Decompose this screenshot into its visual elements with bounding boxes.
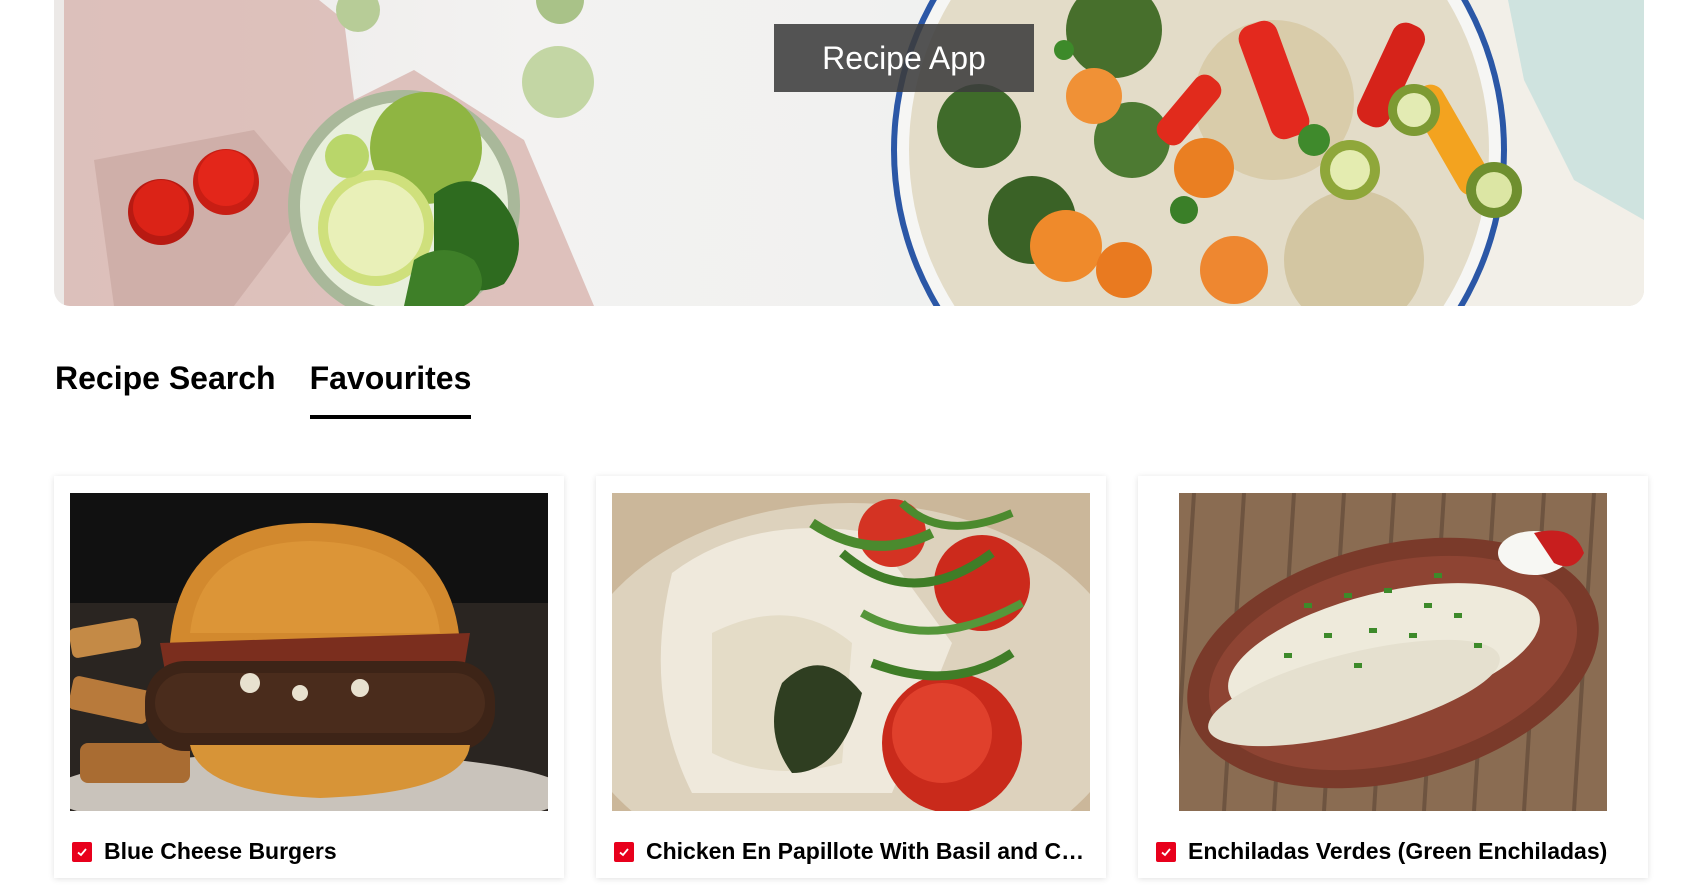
favourites-list: Blue Cheese Burgers Chicken En Papillote… <box>54 476 1648 878</box>
tab-recipe-search[interactable]: Recipe Search <box>55 360 276 419</box>
recipe-image[interactable] <box>70 493 548 811</box>
favourite-checkbox[interactable] <box>1156 841 1176 862</box>
app-title: Recipe App <box>774 24 1034 92</box>
recipe-title[interactable]: Blue Cheese Burgers <box>104 838 337 865</box>
recipe-title[interactable]: Chicken En Papillote With Basil and Cher… <box>646 838 1092 865</box>
recipe-card-footer: Enchiladas Verdes (Green Enchiladas) <box>1156 838 1634 865</box>
recipe-title[interactable]: Enchiladas Verdes (Green Enchiladas) <box>1188 838 1607 865</box>
recipe-image[interactable] <box>1154 493 1632 811</box>
tab-bar: Recipe Search Favourites <box>55 360 472 419</box>
checkbox-checked-icon <box>619 847 629 856</box>
checkbox-checked-icon <box>1161 847 1171 856</box>
checkbox-checked-icon <box>77 847 87 856</box>
recipe-image[interactable] <box>612 493 1090 811</box>
recipe-card-footer: Chicken En Papillote With Basil and Cher… <box>614 838 1092 865</box>
favourite-checkbox[interactable] <box>72 841 92 862</box>
recipe-card-footer: Blue Cheese Burgers <box>72 838 550 865</box>
recipe-card[interactable]: Enchiladas Verdes (Green Enchiladas) <box>1138 476 1648 878</box>
recipe-card[interactable]: Blue Cheese Burgers <box>54 476 564 878</box>
favourite-checkbox[interactable] <box>614 841 634 862</box>
tab-favourites[interactable]: Favourites <box>309 360 472 419</box>
hero-banner: Recipe App <box>54 0 1644 306</box>
recipe-card[interactable]: Chicken En Papillote With Basil and Cher… <box>596 476 1106 878</box>
